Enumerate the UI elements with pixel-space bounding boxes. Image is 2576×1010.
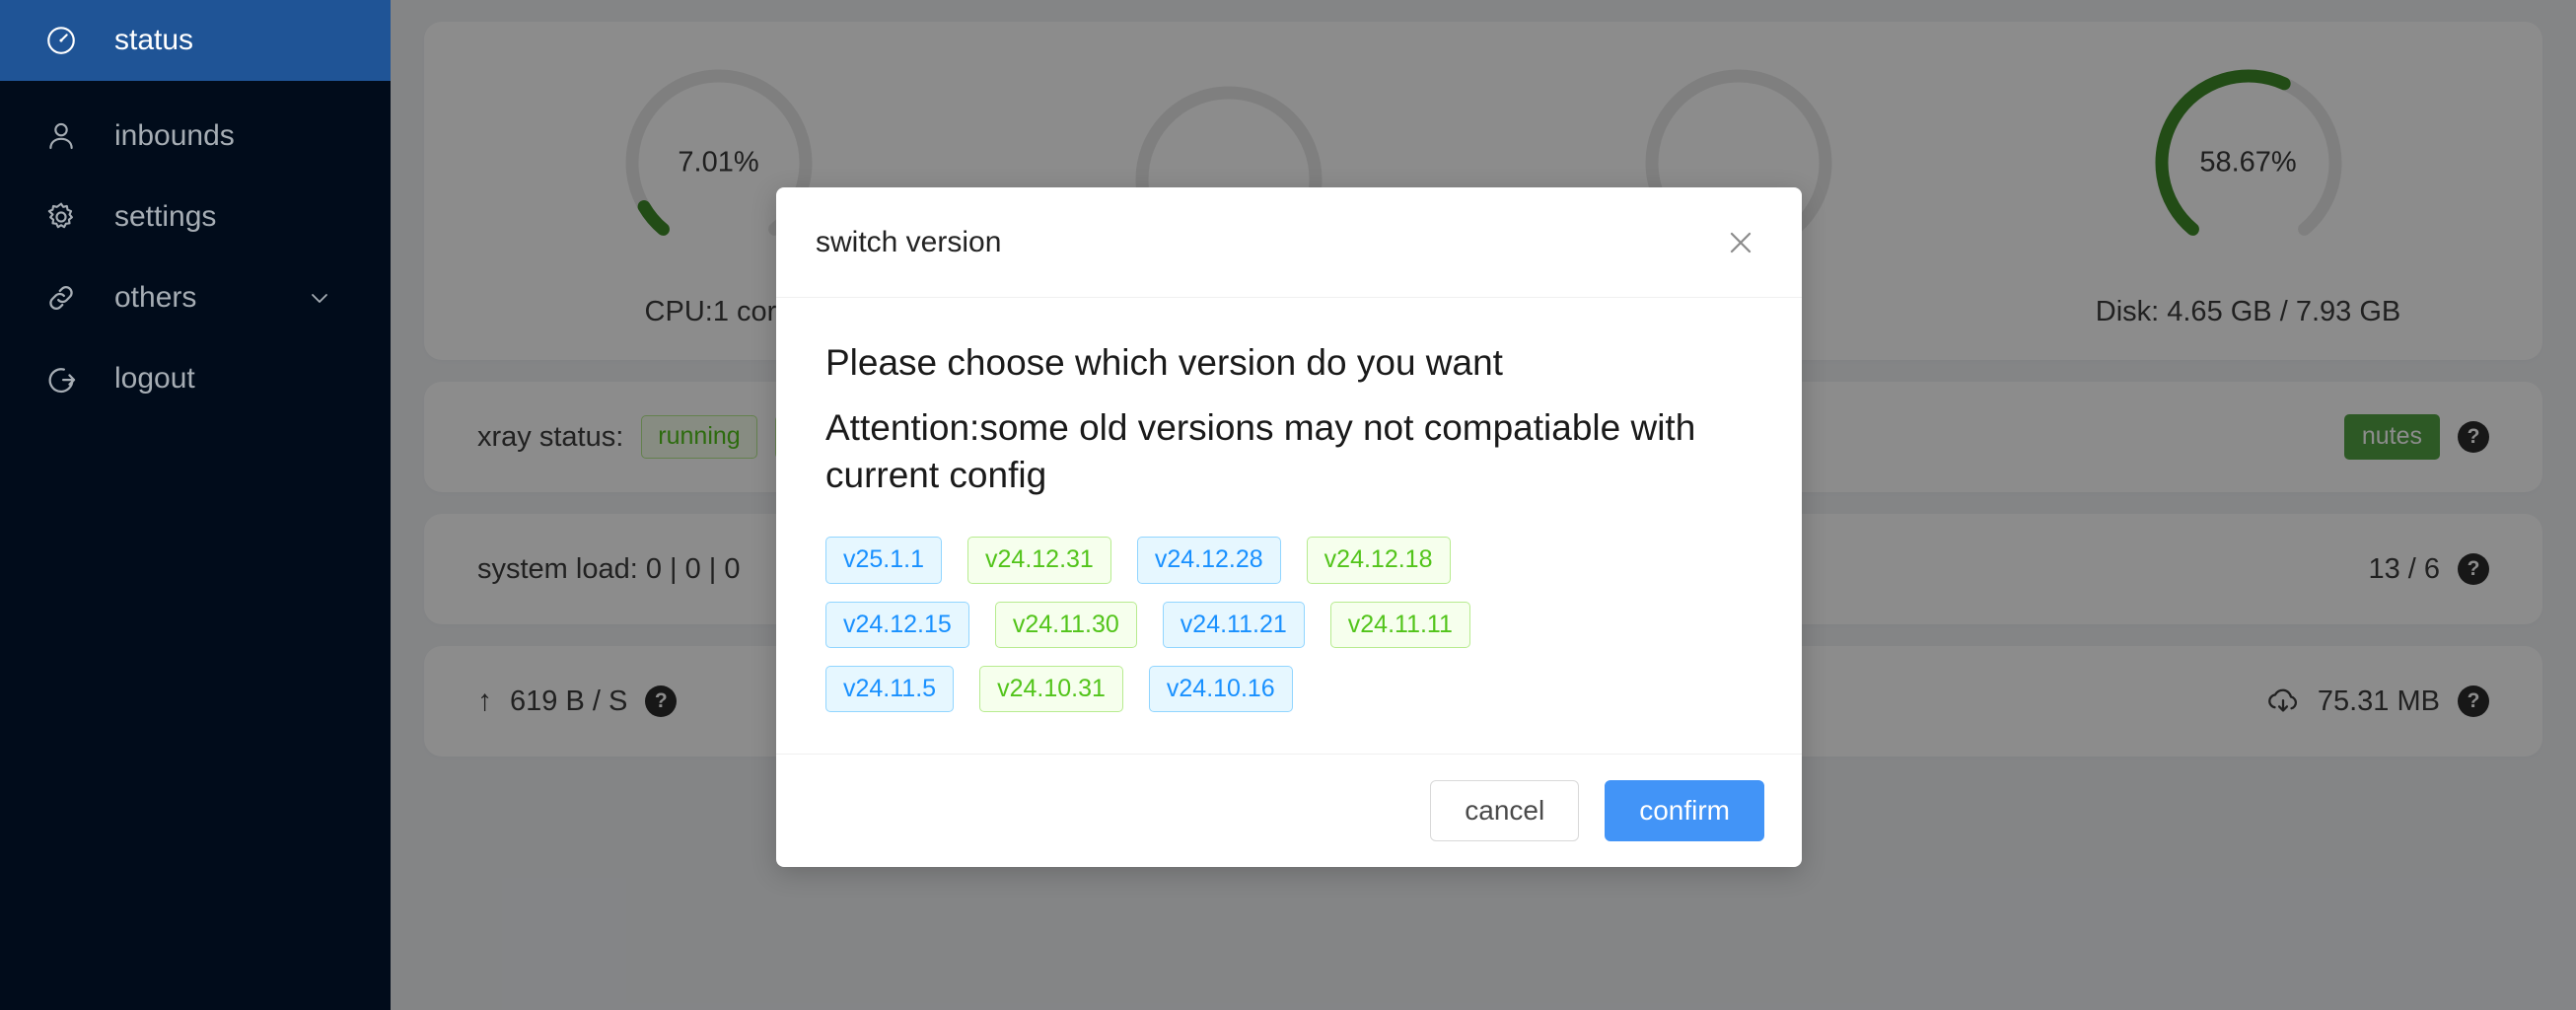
link-icon bbox=[41, 278, 81, 318]
modal-prompt-line1: Please choose which version do you want bbox=[825, 342, 1503, 383]
version-list: v25.1.1 v24.12.31 v24.12.28 v24.12.18 v24.12… bbox=[825, 537, 1614, 713]
user-icon bbox=[41, 116, 81, 156]
sidebar: status inbounds settings others logout bbox=[0, 0, 391, 1010]
confirm-button[interactable]: confirm bbox=[1605, 780, 1764, 841]
version-tag[interactable]: v24.12.28 bbox=[1136, 537, 1281, 584]
close-icon[interactable] bbox=[1719, 221, 1762, 264]
version-tag[interactable]: v25.1.1 bbox=[825, 537, 943, 584]
modal-body: Please choose which version do you want … bbox=[776, 298, 1802, 754]
sidebar-item-label: settings bbox=[114, 200, 217, 233]
modal-title: switch version bbox=[816, 225, 1002, 258]
sidebar-item-others[interactable]: others bbox=[0, 257, 391, 338]
version-tag[interactable]: v24.12.18 bbox=[1306, 537, 1451, 584]
app-root: status inbounds settings others logout 7.01%… bbox=[0, 0, 2576, 1010]
modal-footer: cancel confirm bbox=[776, 754, 1802, 867]
sidebar-item-logout[interactable]: logout bbox=[0, 338, 391, 419]
sidebar-item-status[interactable]: status bbox=[0, 0, 391, 81]
sidebar-item-label: inbounds bbox=[114, 119, 235, 152]
version-tag[interactable]: v24.11.5 bbox=[825, 665, 955, 713]
dashboard-icon bbox=[41, 21, 81, 60]
version-tag[interactable]: v24.12.15 bbox=[825, 601, 969, 648]
sidebar-item-label: status bbox=[114, 24, 194, 56]
sidebar-item-label: logout bbox=[114, 362, 195, 395]
version-tag[interactable]: v24.12.31 bbox=[967, 537, 1111, 584]
cancel-button[interactable]: cancel bbox=[1430, 780, 1580, 841]
version-tag[interactable]: v24.10.31 bbox=[979, 665, 1123, 713]
version-tag[interactable]: v24.11.11 bbox=[1329, 601, 1470, 648]
sidebar-item-label: others bbox=[114, 281, 197, 314]
sidebar-item-settings[interactable]: settings bbox=[0, 177, 391, 257]
version-tag[interactable]: v24.11.21 bbox=[1162, 601, 1305, 648]
gear-icon bbox=[41, 197, 81, 237]
modal-prompt-line2: Attention:some old versions may not comp… bbox=[825, 407, 1696, 496]
logout-icon bbox=[41, 359, 81, 398]
version-tag[interactable]: v24.11.30 bbox=[994, 601, 1137, 648]
modal-header: switch version bbox=[776, 187, 1802, 298]
chevron-down-icon[interactable] bbox=[308, 286, 331, 310]
sidebar-item-inbounds[interactable]: inbounds bbox=[0, 96, 391, 177]
version-tag[interactable]: v24.10.16 bbox=[1148, 665, 1293, 713]
switch-version-modal: switch version Please choose which versi… bbox=[776, 187, 1802, 867]
